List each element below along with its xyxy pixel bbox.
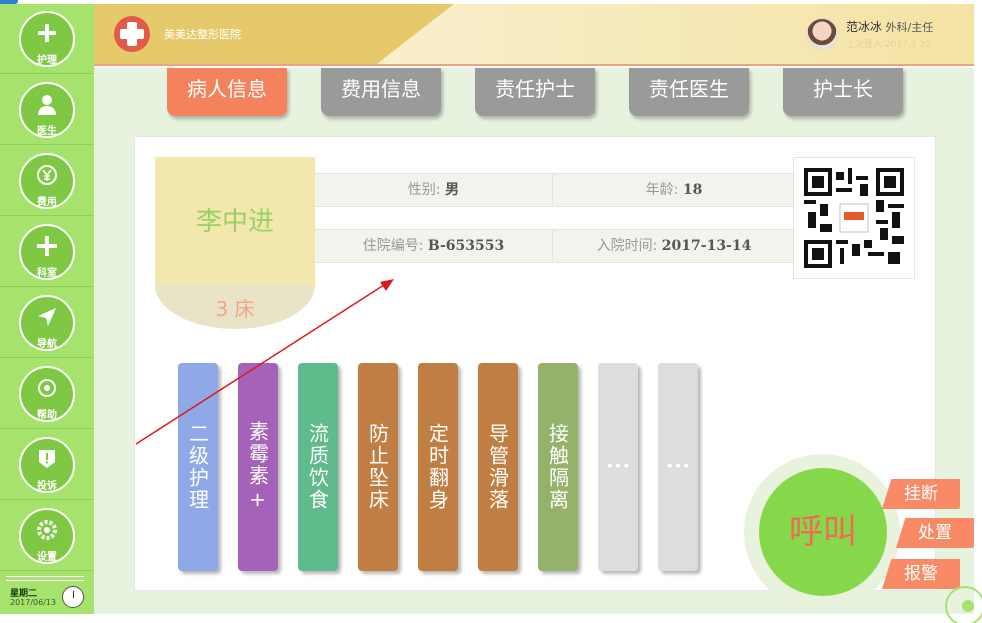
date: 2017/06/13 — [10, 598, 57, 607]
tab-doctor[interactable]: 责任医生 — [629, 68, 749, 116]
age-value: 18 — [682, 182, 703, 198]
age-label: 年龄: — [645, 182, 679, 198]
sidebar-item-label: 帮助 — [37, 410, 57, 421]
sidebar-item-help[interactable]: 帮助 — [0, 359, 94, 429]
tab-head-nurse[interactable]: 护士长 — [783, 68, 903, 116]
hangup-button[interactable]: 挂断 — [882, 479, 960, 509]
sidebar-item-settings[interactable]: 设置 — [0, 501, 94, 571]
tag-nursing-level[interactable]: 二级护理 — [178, 363, 218, 571]
fee-icon: 费用 — [19, 153, 75, 209]
tag-liquid-diet[interactable]: 流质饮食 — [298, 363, 338, 571]
patient-name: 李中进 — [195, 207, 274, 237]
admission-date-label: 入院时间: — [596, 238, 658, 254]
gender-label: 性别: — [407, 182, 441, 198]
sidebar-item-label: 导航 — [37, 339, 57, 350]
sidebar-item-complaint[interactable]: 投诉 — [0, 430, 94, 500]
sidebar-item-label: 医生 — [37, 126, 57, 137]
call-button[interactable]: 呼叫 — [759, 468, 887, 596]
age-field: 年龄: 18 — [553, 174, 795, 206]
tab-patient-info[interactable]: 病人信息 — [167, 68, 287, 116]
date-widget: 星期二 2017/06/13 — [0, 576, 94, 614]
tag-fall-prevention[interactable]: 防止坠床 — [358, 363, 398, 571]
sidebar-item-label: 费用 — [37, 197, 57, 208]
alarm-button[interactable]: 报警 — [882, 559, 960, 589]
sidebar-item-doctor[interactable]: 医生 — [0, 75, 94, 145]
avatar[interactable] — [806, 18, 838, 50]
sidebar-item-label: 护理 — [37, 55, 57, 66]
hospital-cross-icon — [114, 16, 150, 52]
sidebar-item-fee[interactable]: 费用 — [0, 146, 94, 216]
tab-nurse[interactable]: 责任护士 — [475, 68, 595, 116]
header-background — [384, 4, 974, 64]
sidebar-item-nursing[interactable]: 护理 — [0, 4, 94, 74]
settings-icon: 设置 — [19, 508, 75, 564]
tab-fee-info[interactable]: 费用信息 — [321, 68, 441, 116]
admission-no-field: 住院编号: B-653553 — [315, 230, 553, 262]
department-icon: 科室 — [19, 224, 75, 280]
sidebar-item-navigation[interactable]: 导航 — [0, 288, 94, 358]
admission-date-field: 入院时间: 2017-13-14 — [553, 230, 795, 262]
tag-antibiotic[interactable]: 素霉素+ — [238, 363, 278, 571]
admission-no-label: 住院编号: — [362, 238, 424, 254]
doctor-icon: 医生 — [19, 82, 75, 138]
navigation-icon: 导航 — [19, 295, 75, 351]
nursing-icon: 护理 — [19, 11, 75, 67]
gender-value: 男 — [445, 182, 460, 198]
complaint-icon: 投诉 — [19, 437, 75, 493]
handle-button[interactable]: 处置 — [896, 518, 974, 548]
qr-code[interactable] — [793, 157, 915, 279]
bed-number: 3 床 — [215, 297, 255, 321]
clock-icon — [62, 586, 84, 608]
divider — [6, 580, 84, 581]
user-role: 外科/主任 — [885, 21, 934, 34]
sidebar-item-label: 科室 — [37, 268, 57, 279]
header-band-slant — [374, 4, 454, 64]
sidebar-item-label: 设置 — [37, 552, 57, 563]
admission-date-value: 2017-13-14 — [661, 238, 752, 254]
sidebar-item-department[interactable]: 科室 — [0, 217, 94, 287]
decoration-dot — [962, 600, 974, 612]
help-icon: 帮助 — [19, 366, 75, 422]
sidebar: 护理 医生 费用 科室 导航 帮助 投诉 设置 星期二 2017/06/13 — [0, 4, 94, 614]
divider — [6, 576, 84, 577]
admission-no-value: B-653553 — [427, 238, 505, 254]
tag-more[interactable]: ••• — [658, 363, 698, 571]
info-row: 住院编号: B-653553 入院时间: 2017-13-14 — [315, 229, 795, 263]
tag-catheter[interactable]: 导管滑落 — [478, 363, 518, 571]
hospital-name: 美美达整形医院 — [164, 28, 241, 41]
tag-isolation[interactable]: 接触隔离 — [538, 363, 578, 571]
last-login: 上次登入 2017.3.20 — [846, 40, 931, 50]
tag-more[interactable]: ••• — [598, 363, 638, 571]
user-name: 范冰冰 — [846, 20, 883, 34]
qr-code-icon — [804, 168, 904, 268]
header: 美美达整形医院 范冰冰 外科/主任 上次登入 2017.3.20 — [94, 4, 974, 66]
user-info: 范冰冰 外科/主任 — [846, 18, 933, 35]
tag-turn-over[interactable]: 定时翻身 — [418, 363, 458, 571]
gender-field: 性别: 男 — [315, 174, 553, 206]
sidebar-item-label: 投诉 — [37, 481, 57, 492]
info-row: 性别: 男 年龄: 18 — [315, 173, 795, 207]
